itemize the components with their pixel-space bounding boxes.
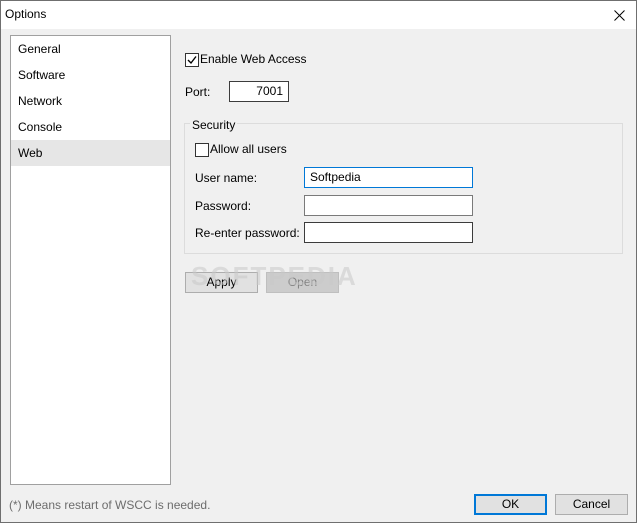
title-bar: Options	[1, 1, 636, 29]
allow-all-users-checkbox[interactable]	[195, 143, 209, 157]
enable-web-access-checkbox[interactable]	[185, 53, 199, 67]
reenter-password-input[interactable]	[304, 222, 473, 243]
username-input[interactable]: Softpedia	[304, 167, 473, 188]
nav-item-console[interactable]: Console	[11, 114, 170, 140]
reenter-password-label: Re-enter password:	[195, 226, 300, 240]
cancel-button[interactable]: Cancel	[555, 494, 628, 515]
allow-all-users-label[interactable]: Allow all users	[210, 142, 287, 156]
options-dialog: Options General Software Network Console…	[0, 0, 637, 523]
nav-item-network[interactable]: Network	[11, 88, 170, 114]
username-label: User name:	[195, 171, 258, 185]
port-input[interactable]: 7001	[229, 81, 289, 102]
dialog-body: General Software Network Console Web Ena…	[1, 29, 636, 522]
window-title: Options	[5, 7, 47, 21]
password-label: Password:	[195, 199, 252, 213]
nav-item-general[interactable]: General	[11, 36, 170, 62]
close-icon	[613, 9, 625, 21]
nav-item-software[interactable]: Software	[11, 62, 170, 88]
restart-note: (*) Means restart of WSCC is needed.	[9, 498, 211, 512]
open-button[interactable]: Open	[266, 272, 339, 293]
options-category-list: General Software Network Console Web	[10, 35, 171, 485]
checkmark-icon	[187, 56, 197, 65]
ok-button[interactable]: OK	[474, 494, 547, 515]
password-input[interactable]	[304, 195, 473, 216]
nav-item-web[interactable]: Web	[11, 140, 170, 166]
port-label: Port:	[185, 85, 211, 99]
enable-web-access-label[interactable]: Enable Web Access	[200, 52, 307, 66]
security-group-title: Security	[190, 118, 238, 132]
close-button[interactable]	[602, 1, 636, 29]
apply-button[interactable]: Apply	[185, 272, 258, 293]
